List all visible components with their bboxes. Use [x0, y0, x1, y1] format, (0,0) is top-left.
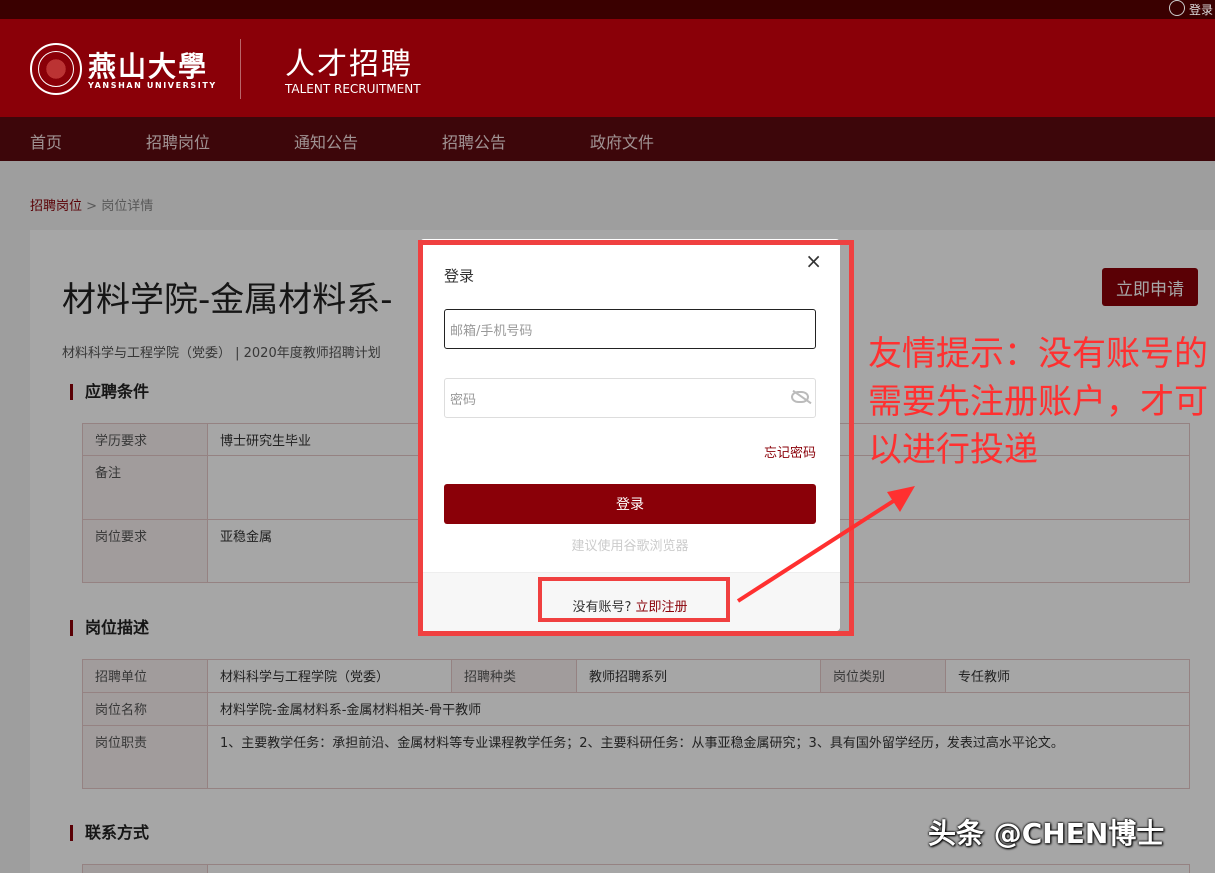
- top-login-link[interactable]: 登录: [1168, 0, 1215, 19]
- section-title-requirements: 应聘条件: [70, 384, 149, 400]
- site-header: 燕山大學 YANSHAN UNIVERSITY 人才招聘 TALENT RECR…: [0, 19, 1215, 117]
- table-label: 岗位类别: [820, 659, 946, 693]
- section-title-contact: 联系方式: [70, 825, 149, 841]
- breadcrumb-separator: >: [86, 199, 98, 214]
- table-value: 专任教师: [945, 659, 1190, 693]
- table-label: 岗位要求: [82, 519, 208, 583]
- table-value: [207, 864, 1190, 873]
- section-title-description: 岗位描述: [70, 620, 149, 636]
- table-value: 教师招聘系列: [576, 659, 821, 693]
- annotation-box-register: [538, 577, 730, 622]
- breadcrumb-parent[interactable]: 招聘岗位: [30, 199, 82, 214]
- nav-announcements[interactable]: 招聘公告: [442, 129, 506, 153]
- logo-chinese-name[interactable]: 燕山大學: [88, 45, 208, 85]
- site-title: 人才招聘: [285, 47, 413, 82]
- table-row: 岗位名称 材料学院-金属材料系-金属材料相关-骨干教师: [82, 692, 1190, 726]
- annotation-tip: 友情提示：没有账号的需要先注册账户，才可以进行投递: [868, 334, 1208, 470]
- contact-table: [82, 864, 1190, 873]
- logo-english-name: YANSHAN UNIVERSITY: [88, 81, 217, 90]
- table-label: 岗位名称: [82, 692, 208, 726]
- breadcrumb: 招聘岗位 > 岗位详情: [30, 195, 153, 214]
- site-subtitle: TALENT RECRUITMENT: [285, 82, 421, 96]
- table-label: 招聘种类: [451, 659, 577, 693]
- table-label: [82, 864, 208, 873]
- table-label: 招聘单位: [82, 659, 208, 693]
- top-login-label: 登录: [1188, 3, 1213, 17]
- header-divider: [240, 39, 241, 99]
- table-row: 岗位职责 1、主要教学任务：承担前沿、金属材料等专业课程教学任务；2、主要科研任…: [82, 725, 1190, 789]
- table-label: 学历要求: [82, 423, 208, 456]
- table-row: 招聘单位 材料科学与工程学院（党委） 招聘种类 教师招聘系列 岗位类别 专任教师: [82, 659, 1190, 693]
- user-icon: [1168, 0, 1185, 16]
- table-value: 材料学院-金属材料系-金属材料相关-骨干教师: [207, 692, 1190, 726]
- nav-gov-docs[interactable]: 政府文件: [590, 129, 654, 153]
- breadcrumb-current: 岗位详情: [101, 199, 154, 214]
- table-label: 岗位职责: [82, 725, 208, 789]
- table-value: 1、主要教学任务：承担前沿、金属材料等专业课程教学任务；2、主要科研任务：从事亚…: [207, 725, 1190, 789]
- top-bar: 登录: [0, 0, 1215, 19]
- table-row: [82, 864, 1190, 873]
- university-seal-logo[interactable]: [30, 43, 82, 95]
- main-nav: 首页 招聘岗位 通知公告 招聘公告 政府文件: [0, 117, 1215, 161]
- watermark: 头条 @CHEN博士: [928, 817, 1165, 850]
- nav-home[interactable]: 首页: [30, 129, 62, 153]
- nav-notices[interactable]: 通知公告: [294, 129, 358, 153]
- table-value: 材料科学与工程学院（党委）: [207, 659, 452, 693]
- nav-positions[interactable]: 招聘岗位: [146, 129, 210, 153]
- apply-button[interactable]: 立即申请: [1102, 268, 1198, 306]
- description-table: 招聘单位 材料科学与工程学院（党委） 招聘种类 教师招聘系列 岗位类别 专任教师…: [82, 659, 1190, 789]
- job-meta: 材料科学与工程学院（党委） | 2020年度教师招聘计划: [62, 346, 381, 361]
- table-label: 备注: [82, 455, 208, 520]
- job-title: 材料学院-金属材料系-: [62, 280, 393, 320]
